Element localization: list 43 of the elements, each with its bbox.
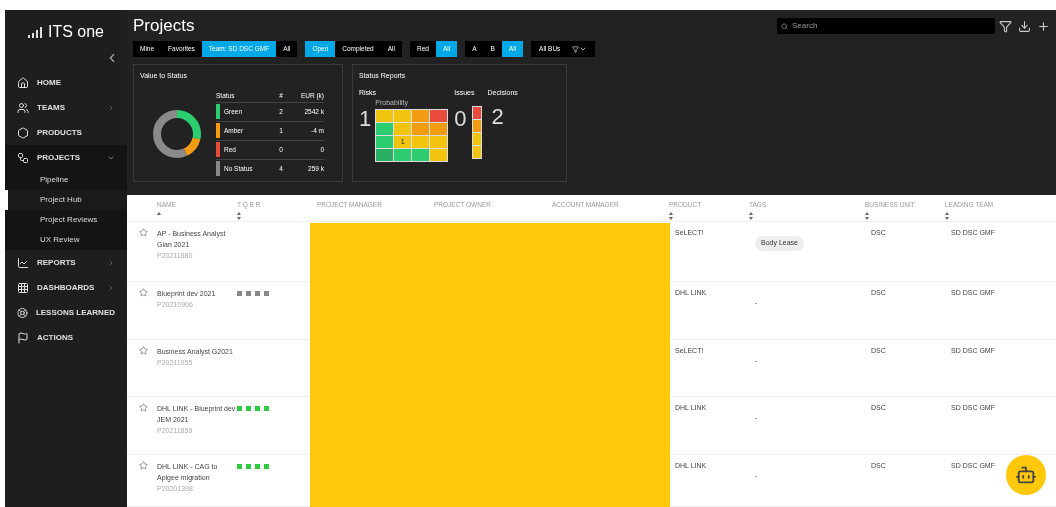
flag-icon	[17, 331, 29, 344]
lifebuoy-icon	[17, 306, 28, 319]
nav-item[interactable]: DASHBOARDS	[5, 275, 127, 300]
grid-icon	[17, 281, 29, 294]
sort-asc-icon[interactable]	[157, 211, 161, 216]
search-icon	[781, 22, 788, 30]
risks-count: 1	[359, 108, 372, 130]
filter-icon	[572, 45, 580, 53]
nav-subitem[interactable]: Project Hub	[5, 190, 127, 210]
search-field[interactable]: Search	[777, 18, 995, 34]
nav-subitem[interactable]: Pipeline	[5, 170, 127, 190]
robot-icon	[1015, 464, 1037, 486]
search-input[interactable]: Search	[792, 20, 991, 32]
chart-icon	[17, 256, 29, 269]
nav-item[interactable]: ACTIONS	[5, 325, 127, 350]
nav-item[interactable]: REPORTS	[5, 250, 127, 275]
page-title: Projects	[133, 15, 196, 38]
filter-icon[interactable]	[999, 19, 1012, 33]
matrix-cell: 1	[394, 135, 412, 148]
sort-icon[interactable]	[945, 211, 949, 220]
nav-item[interactable]: PRODUCTS	[5, 120, 127, 145]
sort-icon[interactable]	[865, 211, 869, 220]
chatbot-button[interactable]	[1006, 455, 1046, 495]
nav-item[interactable]: LESSONS LEARNED	[5, 300, 127, 325]
nav-item[interactable]: PROJECTS	[5, 145, 127, 170]
hexagon-icon	[17, 126, 29, 139]
nav-item[interactable]: HOME	[5, 70, 127, 95]
signal-logo-icon	[28, 26, 44, 38]
chevron-icon	[579, 45, 588, 53]
nav-item[interactable]: TEAMS	[5, 95, 127, 120]
nav-subitem[interactable]: UX Review	[5, 230, 127, 250]
sort-icon[interactable]	[237, 211, 241, 220]
workflow-icon	[17, 151, 29, 164]
people-icon	[17, 101, 29, 114]
issues-count: 0	[454, 108, 467, 130]
sort-icon[interactable]	[669, 211, 673, 220]
add-icon[interactable]	[1037, 19, 1050, 33]
home-icon	[17, 76, 29, 89]
download-icon[interactable]	[1018, 19, 1031, 33]
sort-icon[interactable]	[749, 211, 753, 220]
nav-subitem[interactable]: Project Reviews	[5, 210, 127, 230]
app-logo: ITS one	[48, 22, 104, 42]
decisions-count: 2	[491, 106, 505, 128]
